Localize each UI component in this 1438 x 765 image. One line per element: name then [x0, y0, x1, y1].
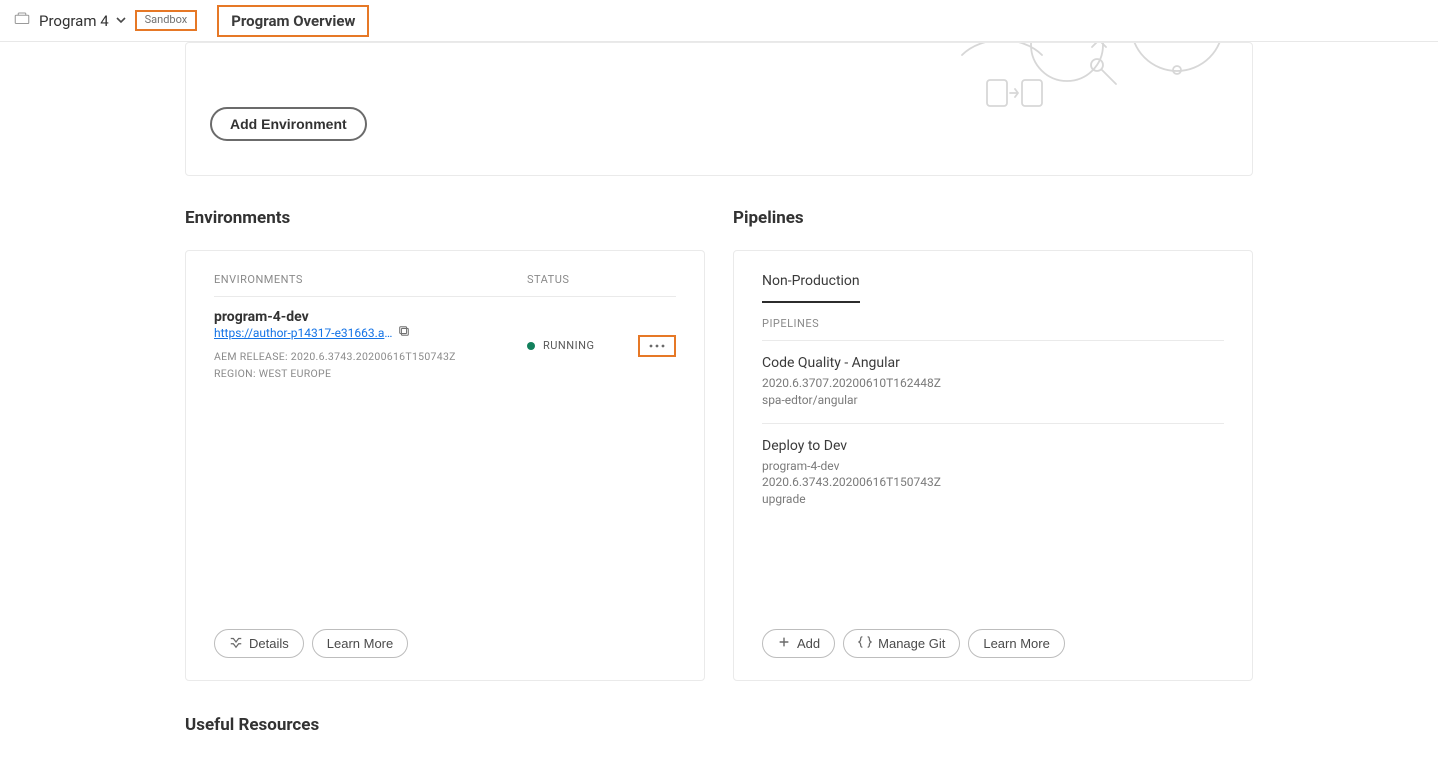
col-status: STATUS [527, 273, 569, 286]
brand-icon [13, 10, 31, 32]
pipelines-title: Pipelines [733, 208, 1253, 228]
env-region: REGION: WEST EUROPE [214, 366, 527, 383]
pipeline-learn-more-button[interactable]: Learn More [968, 629, 1064, 658]
add-environment-button[interactable]: Add Environment [210, 107, 367, 141]
environments-section: Environments ENVIRONMENTS STATUS program… [185, 208, 705, 681]
pipelines-card: Non-Production PIPELINES Code Quality - … [733, 250, 1253, 681]
pipeline-col-header: PIPELINES [762, 303, 1224, 341]
learn-more-button[interactable]: Learn More [312, 629, 408, 658]
env-table-head: ENVIRONMENTS STATUS [214, 251, 676, 297]
table-row: Code Quality - Angular 2020.6.3707.20200… [762, 341, 1224, 424]
pipeline-meta-1: program-4-dev [762, 458, 1224, 475]
learn-more-label: Learn More [983, 636, 1049, 651]
add-label: Add [797, 636, 820, 651]
add-pipeline-button[interactable]: Add [762, 629, 835, 658]
braces-icon [858, 635, 872, 652]
details-button[interactable]: Details [214, 629, 304, 658]
program-overview-crumb[interactable]: Program Overview [217, 5, 369, 37]
col-environments: ENVIRONMENTS [214, 273, 527, 286]
details-icon [229, 635, 243, 652]
hero-card: Add Environment [185, 42, 1253, 176]
program-selector[interactable]: Program 4 [39, 12, 127, 30]
tab-non-production[interactable]: Non-Production [762, 273, 860, 303]
pipelines-section: Pipelines Non-Production PIPELINES Code … [733, 208, 1253, 681]
env-release: AEM RELEASE: 2020.6.3743.20200616T150743… [214, 349, 527, 366]
useful-resources-title: Useful Resources [185, 715, 1253, 735]
table-row: program-4-dev https://author-p14317-e316… [214, 297, 676, 383]
pipeline-tabs: Non-Production [762, 251, 1224, 303]
pipeline-meta-1: 2020.6.3707.20200610T162448Z [762, 375, 1224, 392]
pipeline-name: Code Quality - Angular [762, 355, 1224, 371]
env-more-menu[interactable] [638, 335, 676, 357]
manage-git-label: Manage Git [878, 636, 945, 651]
details-label: Details [249, 636, 289, 651]
status-dot-icon [527, 342, 535, 350]
copy-icon[interactable] [398, 325, 410, 341]
environments-title: Environments [185, 208, 705, 228]
pipeline-meta-3: upgrade [762, 491, 1224, 508]
env-status-text: RUNNING [543, 339, 594, 352]
env-url-link[interactable]: https://author-p14317-e31663.adobeae… [214, 326, 394, 340]
env-name: program-4-dev [214, 309, 527, 325]
environments-card: ENVIRONMENTS STATUS program-4-dev https:… [185, 250, 705, 681]
pipeline-meta-2: spa-edtor/angular [762, 392, 1224, 409]
pipeline-meta-2: 2020.6.3743.20200616T150743Z [762, 474, 1224, 491]
sandbox-badge: Sandbox [135, 10, 198, 31]
table-row: Deploy to Dev program-4-dev 2020.6.3743.… [762, 424, 1224, 522]
hero-illustration [942, 42, 1242, 129]
env-status: RUNNING [527, 339, 638, 352]
plus-icon [777, 635, 791, 652]
top-bar: Program 4 Sandbox Program Overview [0, 0, 1438, 42]
pipeline-name: Deploy to Dev [762, 438, 1224, 454]
chevron-down-icon [115, 12, 127, 30]
learn-more-label: Learn More [327, 636, 393, 651]
manage-git-button[interactable]: Manage Git [843, 629, 960, 658]
program-name: Program 4 [39, 12, 109, 30]
